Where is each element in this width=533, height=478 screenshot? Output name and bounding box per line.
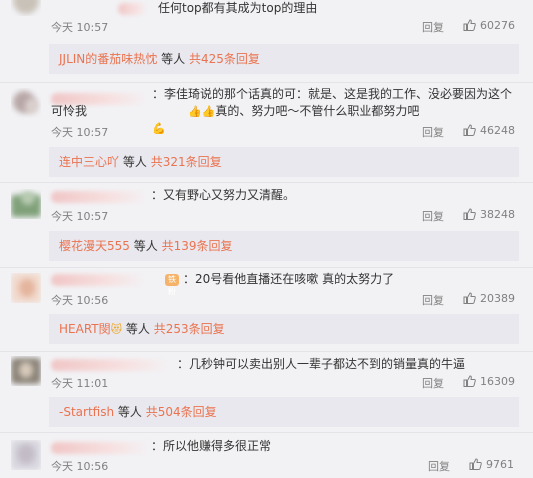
like-button[interactable]: 16309	[463, 375, 515, 388]
comment-time: 今天 11:01	[51, 377, 109, 390]
thumbs-up-emoji: 👍👍	[188, 105, 216, 118]
comment-time: 今天 10:56	[51, 294, 109, 307]
username-blurred[interactable]	[51, 274, 147, 286]
sub-replies[interactable]: JJLIN的番茄味热忱 等人 共425条回复	[49, 44, 519, 74]
sub-reply-count[interactable]: 共139条回复	[162, 239, 233, 253]
comment-time: 今天 10:56	[51, 460, 109, 473]
cat-emoji: 😻	[110, 323, 123, 336]
like-count: 60276	[480, 19, 515, 32]
reply-button[interactable]: 回复	[422, 124, 444, 140]
sub-reply-user[interactable]: HEART閔	[59, 322, 111, 336]
sub-reply-etc: 等人	[117, 405, 142, 419]
avatar[interactable]	[11, 356, 41, 386]
divider	[0, 351, 533, 352]
divider	[0, 267, 533, 268]
divider	[0, 432, 533, 433]
like-count: 46248	[480, 124, 515, 137]
like-button[interactable]: 9761	[469, 458, 514, 471]
like-button[interactable]: 60276	[463, 19, 515, 32]
sub-reply-etc: 等人	[133, 239, 158, 253]
like-button[interactable]: 20389	[463, 292, 515, 305]
fan-badge: 铁粉	[165, 274, 179, 296]
avatar[interactable]	[11, 0, 41, 16]
thumbs-up-icon	[463, 375, 476, 387]
comment-text: ：几秒钟可以卖出别人一辈子都达不到的销量真的牛逼	[177, 357, 466, 371]
sub-reply-count[interactable]: 共504条回复	[146, 405, 217, 419]
sub-replies[interactable]: HEART閔😻 等人 共253条回复	[49, 314, 519, 344]
thumbs-up-icon	[469, 458, 482, 470]
like-button[interactable]: 38248	[463, 208, 515, 221]
sub-reply-etc: 等人	[125, 322, 150, 336]
sub-reply-etc: 等人	[161, 52, 186, 66]
like-count: 9761	[486, 458, 514, 471]
sub-reply-count[interactable]: 共425条回复	[189, 52, 260, 66]
sub-reply-etc: 等人	[122, 155, 147, 169]
like-button[interactable]: 46248	[463, 124, 515, 137]
like-count: 20389	[480, 292, 515, 305]
reply-button[interactable]: 回复	[422, 375, 444, 391]
thumbs-up-icon	[463, 208, 476, 220]
sub-reply-user[interactable]: 连中三心吖	[59, 155, 119, 169]
comment-text-part: 真的、努力吧～不管什么职业都努力吧	[215, 104, 420, 118]
like-count: 38248	[480, 208, 515, 221]
reply-button[interactable]: 回复	[422, 19, 444, 35]
thumbs-up-icon	[463, 19, 476, 31]
comment-text: 任何top都有其成为top的理由	[158, 1, 318, 15]
avatar[interactable]	[11, 189, 41, 219]
sub-replies[interactable]: 樱花漫天555 等人 共139条回复	[49, 231, 519, 261]
sub-reply-count[interactable]: 共253条回复	[154, 322, 225, 336]
reply-button[interactable]: 回复	[428, 458, 450, 474]
like-count: 16309	[480, 375, 515, 388]
comment-text: ：20号看他直播还在咳嗽 真的太努力了	[183, 272, 395, 286]
comment-text: ：李佳琦说的那个话真的可：就是、这是我的工作、没必要因为这个可怜我 👍👍真的、努力…	[51, 86, 519, 137]
avatar[interactable]	[11, 88, 41, 118]
sub-reply-user[interactable]: JJLIN的番茄味热忱	[59, 52, 157, 66]
sub-reply-user[interactable]: 樱花漫天555	[59, 239, 130, 253]
thumbs-up-icon	[463, 292, 476, 304]
sub-replies[interactable]: -Startfish 等人 共504条回复	[49, 397, 519, 427]
comment-time: 今天 10:57	[51, 126, 109, 139]
username-blurred[interactable]	[51, 359, 171, 371]
thumbs-up-icon	[463, 124, 476, 136]
comment-text: ：所以他赚得多很正常	[151, 439, 272, 453]
comment-text: ：又有野心又努力又清醒。	[151, 188, 296, 202]
divider	[0, 182, 533, 183]
username-blurred[interactable]	[118, 3, 148, 15]
sub-reply-user[interactable]: -Startfish	[59, 405, 114, 419]
username-blurred[interactable]	[51, 191, 149, 203]
avatar[interactable]	[11, 273, 41, 303]
comment-time: 今天 10:57	[51, 210, 109, 223]
comment-time: 今天 10:57	[51, 21, 109, 34]
avatar[interactable]	[11, 440, 41, 470]
reply-button[interactable]: 回复	[422, 292, 444, 308]
sub-replies[interactable]: 连中三心吖 等人 共321条回复	[49, 147, 519, 177]
divider	[0, 82, 533, 83]
username-blurred[interactable]	[51, 442, 151, 454]
reply-button[interactable]: 回复	[422, 208, 444, 224]
sub-reply-count[interactable]: 共321条回复	[151, 155, 222, 169]
